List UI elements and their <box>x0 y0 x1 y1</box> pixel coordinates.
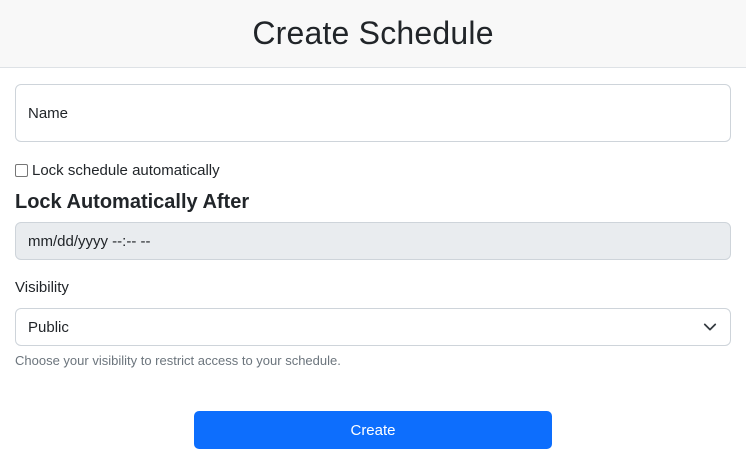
visibility-label: Visibility <box>15 279 69 296</box>
chevron-down-icon <box>702 319 718 335</box>
visibility-selected-value: Public <box>28 318 69 336</box>
page-header: Create Schedule <box>0 0 746 68</box>
visibility-help-text: Choose your visibility to restrict acces… <box>15 353 341 368</box>
page-title: Create Schedule <box>252 15 494 51</box>
lock-checkbox-label[interactable]: Lock schedule automatically <box>32 162 220 179</box>
name-input[interactable]: Name <box>15 84 731 142</box>
name-label: Name <box>28 104 69 122</box>
lock-datetime-placeholder: mm/dd/yyyy --:-- -- <box>28 232 151 250</box>
lock-datetime-input: mm/dd/yyyy --:-- -- <box>15 222 731 260</box>
lock-checkbox[interactable] <box>15 163 28 177</box>
lock-section-title: Lock Automatically After <box>15 191 250 213</box>
create-button[interactable]: Create <box>194 411 552 449</box>
visibility-select[interactable]: Public <box>15 308 731 346</box>
lock-checkbox-row[interactable]: Lock schedule automatically <box>15 160 220 180</box>
